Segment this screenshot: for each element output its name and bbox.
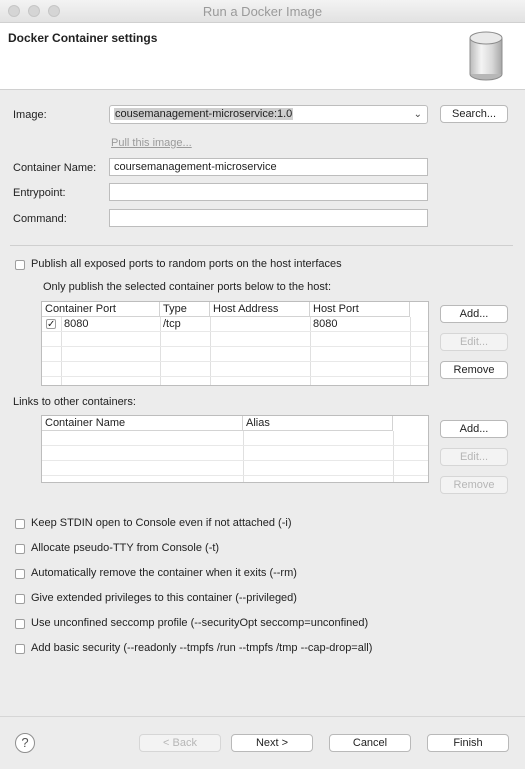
column-header-container-port[interactable]: Container Port xyxy=(42,302,160,317)
column-header-host-port[interactable]: Host Port xyxy=(310,302,410,317)
links-table-body xyxy=(42,431,428,476)
table-row[interactable]: ✓ 8080 /tcp 8080 xyxy=(42,317,428,332)
next-button[interactable]: Next > xyxy=(231,734,313,752)
links-add-button[interactable]: Add... xyxy=(440,420,508,438)
cancel-button[interactable]: Cancel xyxy=(329,734,411,752)
cell-container-port: 8080 xyxy=(64,318,89,330)
table-row-empty xyxy=(42,446,428,461)
links-remove-button[interactable]: Remove xyxy=(440,476,508,494)
container-name-label: Container Name: xyxy=(13,162,97,174)
window-title: Run a Docker Image xyxy=(202,4,323,19)
links-edit-button[interactable]: Edit... xyxy=(440,448,508,466)
table-row-empty xyxy=(42,461,428,476)
privileged-checkbox[interactable] xyxy=(15,594,25,604)
column-header-container-name[interactable]: Container Name xyxy=(42,416,243,431)
keep-stdin-label: Keep STDIN open to Console even if not a… xyxy=(31,517,292,529)
ports-add-button[interactable]: Add... xyxy=(440,305,508,323)
column-header-alias[interactable]: Alias xyxy=(243,416,393,431)
links-label: Links to other containers: xyxy=(13,396,136,408)
back-button[interactable]: < Back xyxy=(139,734,221,752)
pseudo-tty-checkbox[interactable] xyxy=(15,544,25,554)
seccomp-label: Use unconfined seccomp profile (--securi… xyxy=(31,617,369,629)
keep-stdin-checkbox[interactable] xyxy=(15,519,25,529)
publish-all-checkbox[interactable] xyxy=(15,260,25,270)
pseudo-tty-label: Allocate pseudo-TTY from Console (-t) xyxy=(31,542,220,554)
pull-image-link[interactable]: Pull this image... xyxy=(111,137,192,149)
ports-table[interactable]: Container Port Type Host Address Host Po… xyxy=(41,301,429,386)
command-field[interactable] xyxy=(109,209,428,227)
container-name-field[interactable]: coursemanagement-microservice xyxy=(109,158,428,176)
entrypoint-label: Entrypoint: xyxy=(13,187,66,199)
ports-edit-button[interactable]: Edit... xyxy=(440,333,508,351)
image-label: Image: xyxy=(13,109,47,121)
seccomp-checkbox[interactable] xyxy=(15,619,25,629)
basic-security-checkbox[interactable] xyxy=(15,644,25,654)
cell-host-port: 8080 xyxy=(313,318,338,330)
only-publish-label: Only publish the selected container port… xyxy=(43,281,332,293)
table-row-empty xyxy=(42,332,428,347)
column-header-type[interactable]: Type xyxy=(160,302,210,317)
chevron-down-icon: ⌄ xyxy=(413,109,422,120)
help-icon[interactable]: ? xyxy=(15,733,35,753)
divider xyxy=(10,245,513,246)
cell-type: /tcp xyxy=(163,318,181,330)
page-title: Docker Container settings xyxy=(8,31,158,45)
basic-security-label: Add basic security (--readonly --tmpfs /… xyxy=(31,642,373,654)
privileged-label: Give extended privileges to this contain… xyxy=(31,592,297,604)
auto-remove-label: Automatically remove the container when … xyxy=(31,567,297,579)
table-row-empty xyxy=(42,347,428,362)
column-header-host-address[interactable]: Host Address xyxy=(210,302,310,317)
row-checkbox[interactable]: ✓ xyxy=(46,319,56,330)
footer-divider xyxy=(0,716,525,717)
search-button[interactable]: Search... xyxy=(440,105,508,123)
image-combo[interactable]: cousemanagement-microservice:1.0 ⌄ xyxy=(109,105,428,124)
table-row-empty xyxy=(42,362,428,377)
table-row-empty xyxy=(42,431,428,446)
ports-remove-button[interactable]: Remove xyxy=(440,361,508,379)
docker-cylinder-icon xyxy=(468,30,504,82)
links-table[interactable]: Container Name Alias xyxy=(41,415,429,483)
ports-table-body: ✓ 8080 /tcp 8080 xyxy=(42,317,428,377)
command-label: Command: xyxy=(13,213,67,225)
image-value: cousemanagement-microservice:1.0 xyxy=(114,108,294,120)
entrypoint-field[interactable] xyxy=(109,183,428,201)
publish-all-label: Publish all exposed ports to random port… xyxy=(31,258,342,270)
auto-remove-checkbox[interactable] xyxy=(15,569,25,579)
finish-button[interactable]: Finish xyxy=(427,734,509,752)
